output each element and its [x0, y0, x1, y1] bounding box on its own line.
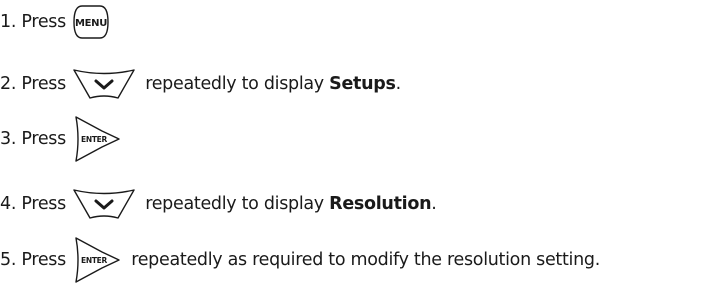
step-text: repeatedly to display — [139, 74, 330, 94]
step-period: . — [431, 194, 437, 214]
instruction-step-2: 2. Press repeatedly to display Setups . — [0, 64, 401, 104]
down-arrow-key-icon — [72, 67, 136, 101]
press-label: Press — [21, 12, 66, 32]
press-label: Press — [21, 129, 66, 149]
instruction-step-1: 1. Press MENU — [0, 2, 114, 42]
enter-key-label: ENTER — [81, 135, 107, 144]
down-arrow-key-icon — [72, 187, 136, 221]
enter-key-icon: ENTER — [72, 114, 122, 164]
step-text: repeatedly as required to modify the res… — [125, 250, 600, 270]
step-number: 2. — [0, 74, 17, 94]
instruction-step-4: 4. Press repeatedly to display Resolutio… — [0, 184, 437, 224]
setups-label: Setups — [329, 74, 396, 94]
press-label: Press — [21, 194, 66, 214]
instruction-step-5: 5. Press ENTER repeatedly as required to… — [0, 237, 600, 283]
instruction-step-3: 3. Press ENTER — [0, 116, 126, 162]
step-number: 5. — [0, 250, 17, 270]
press-label: Press — [21, 250, 66, 270]
press-label: Press — [21, 74, 66, 94]
step-number: 4. — [0, 194, 17, 214]
step-text: repeatedly to display — [139, 194, 330, 214]
step-number: 3. — [0, 129, 17, 149]
resolution-label: Resolution — [329, 194, 432, 214]
step-period: . — [395, 74, 402, 94]
menu-key-label: MENU — [75, 18, 107, 29]
step-number: 1. — [0, 12, 17, 32]
enter-key-label: ENTER — [81, 256, 107, 265]
menu-key-icon: MENU — [72, 4, 110, 40]
enter-key-icon: ENTER — [72, 235, 122, 285]
